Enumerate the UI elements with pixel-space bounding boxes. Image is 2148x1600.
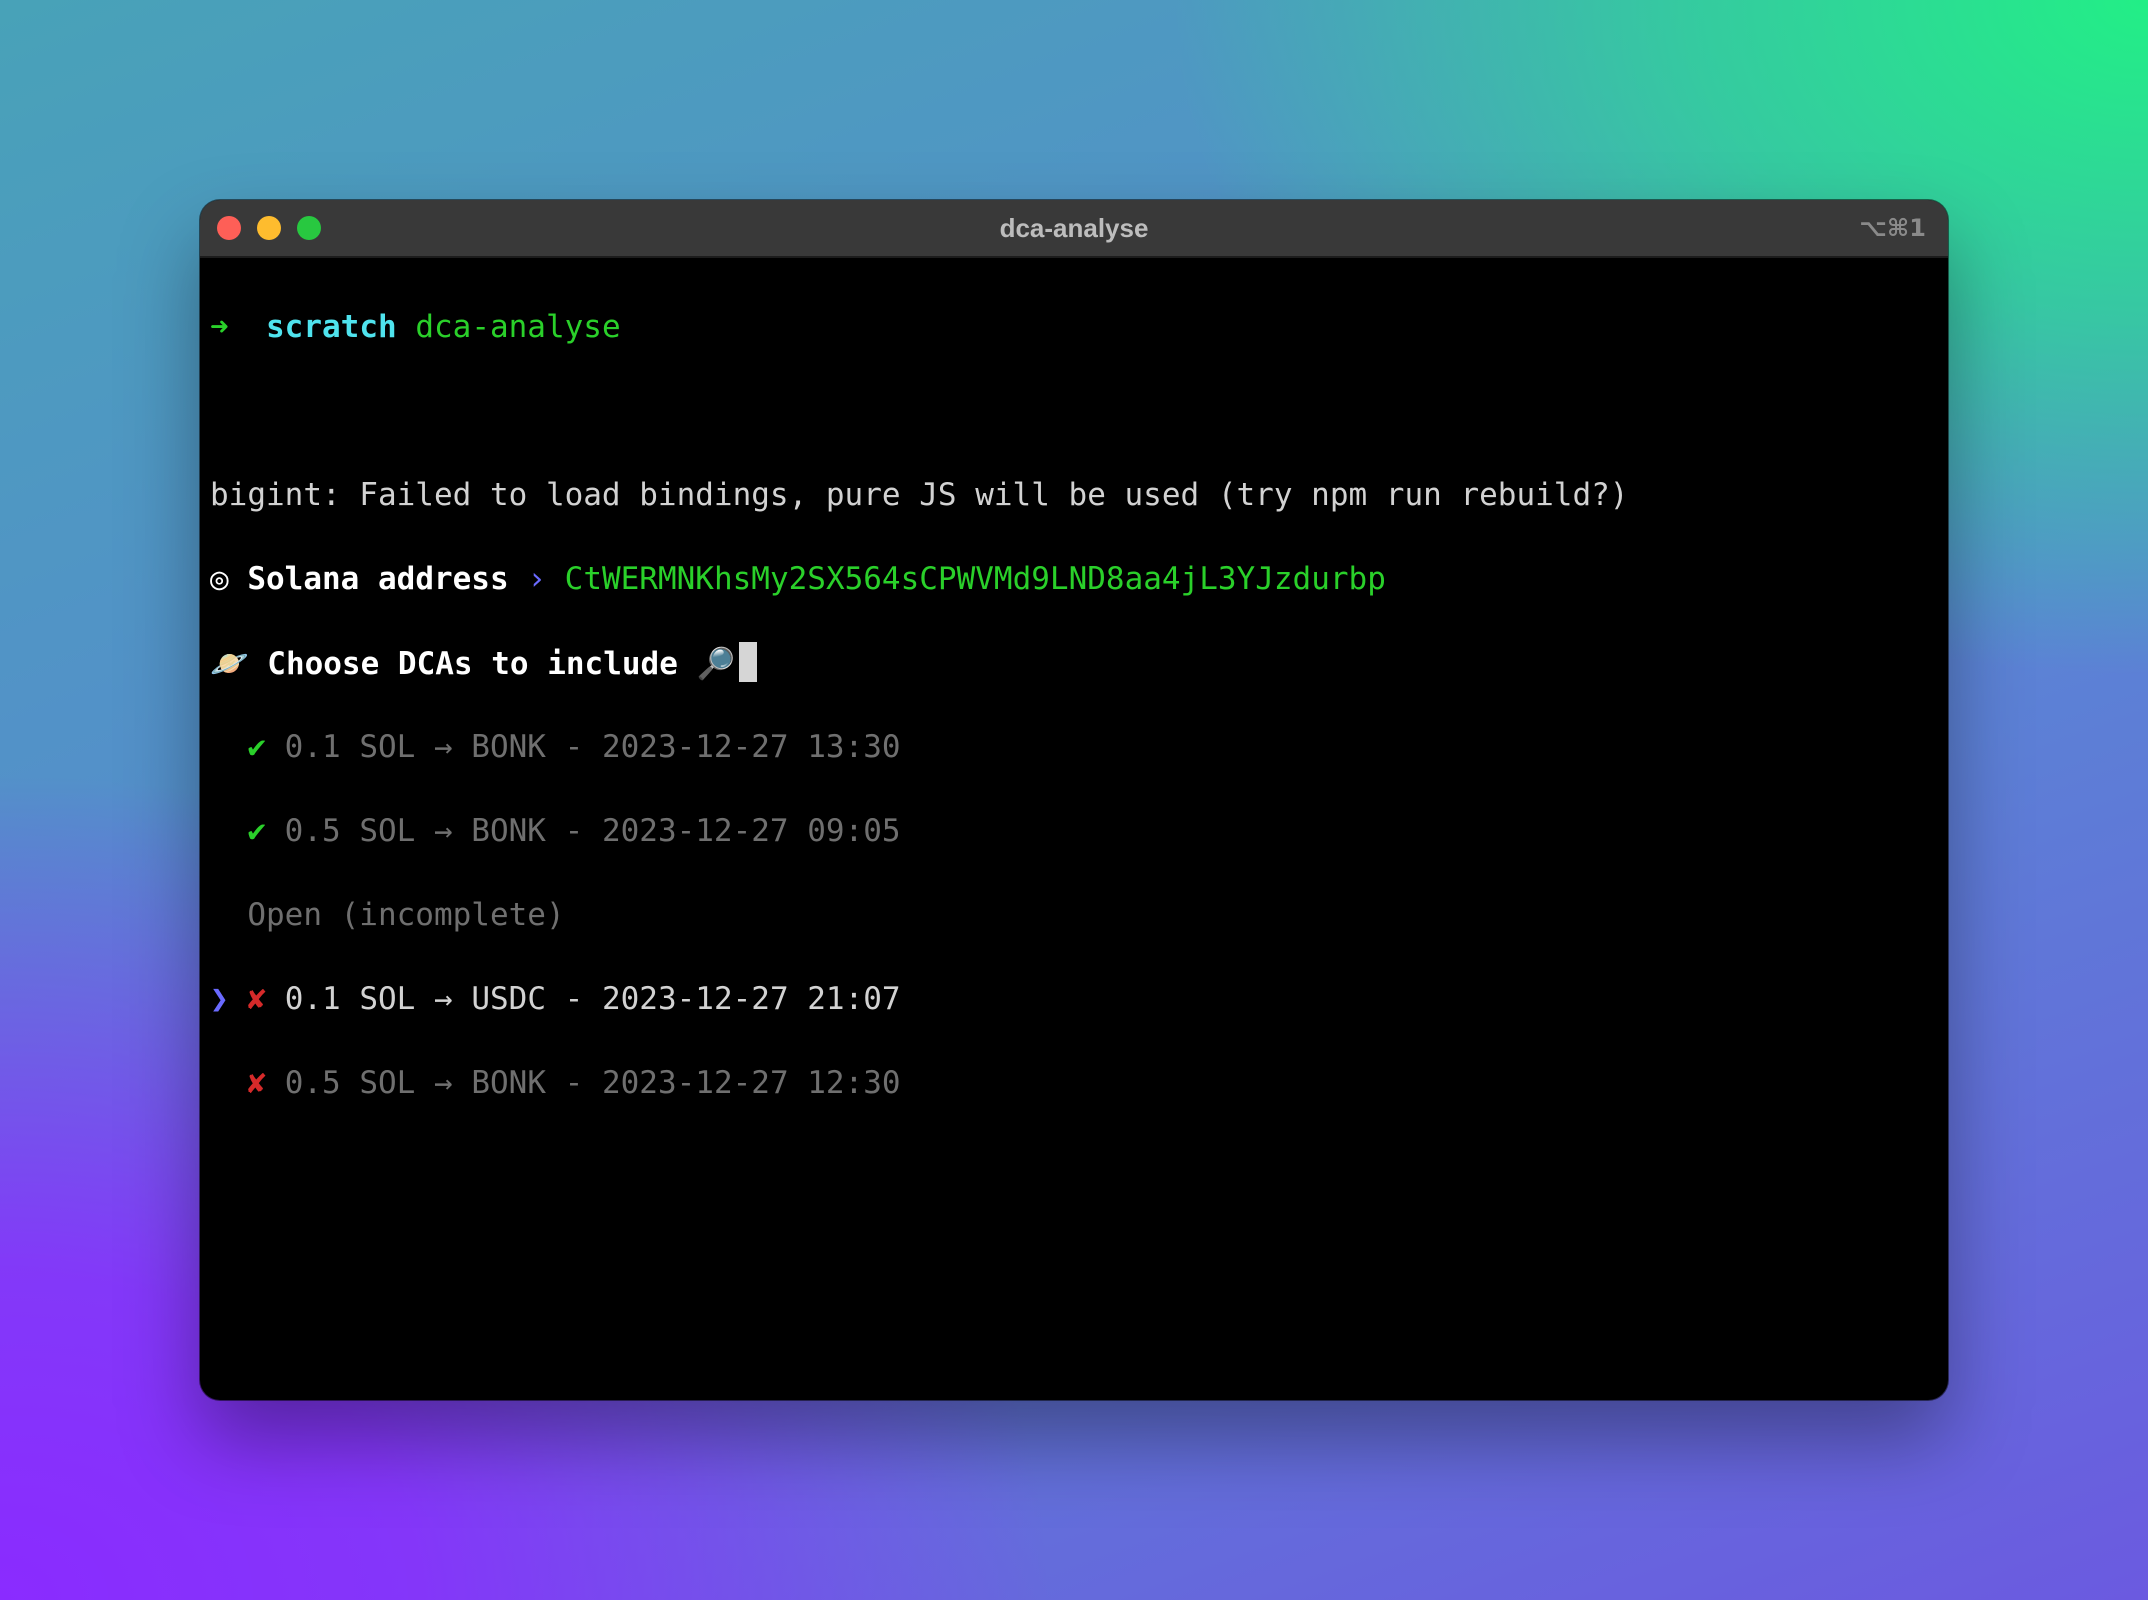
option-item[interactable]: ✔ 0.1 SOL → BONK - 2023-12-27 13:30 <box>210 726 1938 768</box>
target-icon: ◎ <box>210 561 229 597</box>
check-icon: ✔ <box>247 729 266 765</box>
text-cursor <box>739 642 758 682</box>
option-item[interactable]: ✔ 0.5 SOL → BONK - 2023-12-27 09:05 <box>210 810 1938 852</box>
group-label: Open (incomplete) <box>247 897 565 933</box>
terminal-output[interactable]: ➜ scratch dca-analyse bigint: Failed to … <box>200 258 1948 1194</box>
shell-prompt-line: ➜ scratch dca-analyse <box>210 306 1938 348</box>
cross-icon: ✘ <box>247 1065 267 1101</box>
option-item[interactable]: ✘ 0.5 SOL → BONK - 2023-12-27 12:30 <box>210 1062 1938 1104</box>
magnifier-icon: 🔎 <box>696 646 736 682</box>
warning-line: bigint: Failed to load bindings, pure JS… <box>210 477 1629 513</box>
check-icon: ✔ <box>247 813 266 849</box>
chevron-right-icon: › <box>527 561 546 597</box>
address-label: Solana address <box>247 561 509 597</box>
address-value: CtWERMNKhsMy2SX564sCPWVMd9LND8aa4jL3YJzd… <box>564 561 1386 597</box>
window-title: dca-analyse <box>999 213 1149 243</box>
address-prompt-line: ◎ Solana address › CtWERMNKhsMy2SX564sCP… <box>210 558 1938 600</box>
prompt-command: dca-analyse <box>415 309 621 345</box>
option-label: 0.5 SOL → BONK - 2023-12-27 09:05 <box>284 813 901 849</box>
pointer-placeholder <box>210 1065 229 1101</box>
option-label: 0.1 SOL → USDC - 2023-12-27 21:07 <box>284 981 901 1017</box>
title-bar[interactable]: dca-analyse ⌥⌘1 <box>200 200 1948 258</box>
window-shortcut: ⌥⌘1 <box>1859 214 1926 242</box>
terminal-window: dca-analyse ⌥⌘1 ➜ scratch dca-analyse bi… <box>200 200 1948 1400</box>
cross-icon: ✘ <box>247 981 267 1017</box>
prompt-arrow-icon: ➜ <box>210 309 229 345</box>
option-label: 0.1 SOL → BONK - 2023-12-27 13:30 <box>284 729 901 765</box>
pointer-icon: ❯ <box>210 981 229 1017</box>
option-item-focused[interactable]: ❯ ✘ 0.1 SOL → USDC - 2023-12-27 21:07 <box>210 978 1938 1020</box>
planet-icon: 🪐 <box>210 646 249 682</box>
option-label: 0.5 SOL → BONK - 2023-12-27 12:30 <box>284 1065 901 1101</box>
prompt-directory: scratch <box>266 309 397 345</box>
choose-label: Choose DCAs to include <box>267 646 678 682</box>
choose-prompt-line: 🪐 Choose DCAs to include 🔎 <box>210 642 1938 684</box>
group-label-line: Open (incomplete) <box>210 894 1938 936</box>
